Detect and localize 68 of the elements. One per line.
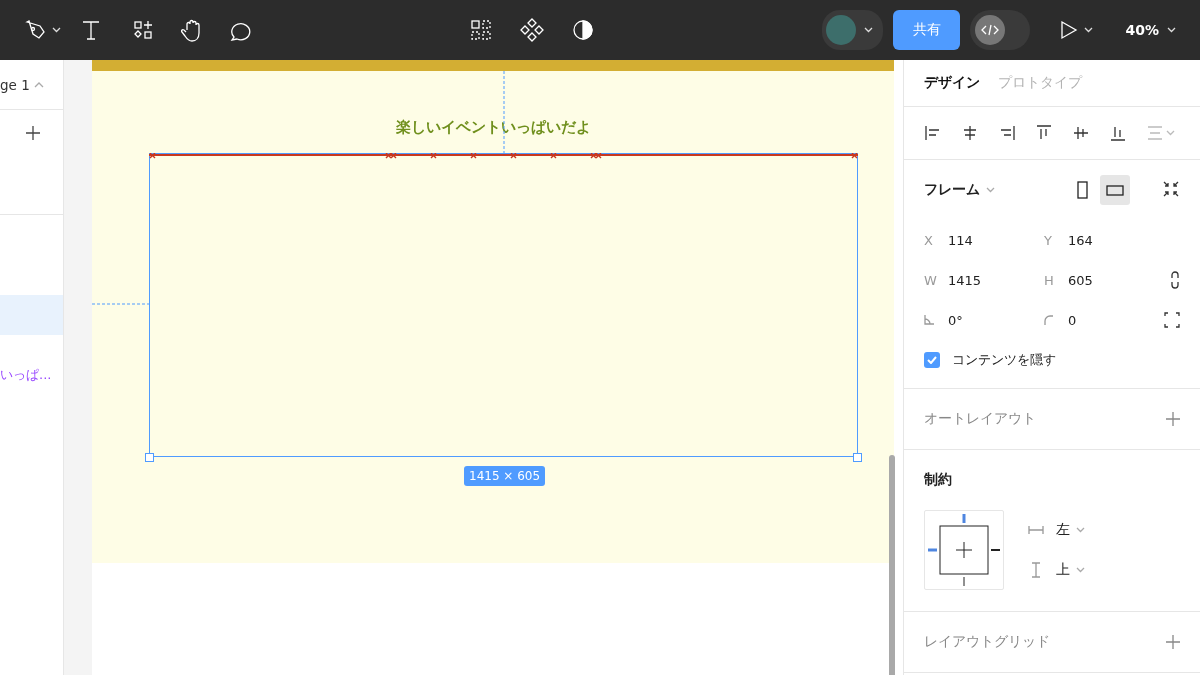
vertical-constraint-select[interactable]: 上 [1056, 561, 1085, 579]
page-item[interactable]: ge 1 [0, 60, 63, 110]
resize-handle[interactable] [145, 453, 154, 462]
field-value[interactable]: 0 [1068, 312, 1077, 328]
caret-icon [52, 27, 61, 33]
guide-line [92, 303, 149, 305]
distribute-icon [1146, 124, 1164, 142]
check-icon [927, 356, 937, 364]
section-title[interactable]: フレーム [924, 181, 980, 199]
horizontal-constraint-icon [1028, 525, 1044, 535]
rotation-icon [924, 314, 934, 325]
align-middle-icon [1072, 124, 1090, 142]
caret-icon [986, 187, 995, 193]
collapse-icon [1162, 179, 1180, 198]
caret-icon [1076, 567, 1085, 573]
scrollbar[interactable] [889, 455, 895, 675]
constraints-widget[interactable] [924, 510, 1004, 590]
corner-radius-icon [1164, 312, 1180, 328]
field-label: H [1044, 272, 1054, 288]
horizontal-constraint-select[interactable]: 左 [1056, 521, 1085, 539]
caret-icon [1166, 130, 1175, 136]
constrain-proportions-icon [1170, 271, 1180, 289]
field-label: X [924, 232, 934, 248]
checkbox-label: コンテンツを隠す [952, 351, 1056, 369]
panel-tab[interactable]: デザイン [924, 74, 980, 92]
align-bottom-icon [1109, 124, 1127, 142]
align-top-icon [1035, 124, 1053, 142]
caret-icon [1167, 27, 1176, 33]
text-icon [81, 19, 101, 41]
layer-item[interactable]: いっぱ... [0, 355, 63, 395]
plus-icon [26, 126, 40, 140]
checkbox[interactable] [924, 352, 940, 368]
frame-heading: 楽しいイベントいっぱいだよ [394, 118, 592, 137]
landscape-button[interactable] [1100, 175, 1130, 205]
field-label: Y [1044, 232, 1053, 248]
component-icon [520, 18, 544, 42]
dashed-grid-icon [470, 19, 492, 41]
zoom-menu[interactable]: 40% [1119, 21, 1182, 39]
pen-icon [24, 19, 46, 41]
dev-mode-toggle[interactable] [970, 10, 1031, 50]
resize-handle[interactable] [853, 453, 862, 462]
caret-icon [1076, 527, 1085, 533]
field-value[interactable]: 164 [1068, 232, 1093, 248]
plus-icon [1166, 412, 1180, 426]
play-icon [1060, 20, 1079, 40]
contrast-icon [572, 19, 594, 41]
align-right-icon [998, 124, 1016, 142]
section-title: レイアウトグリッド [924, 633, 1050, 651]
align-left-icon [924, 124, 942, 142]
align-center-icon [961, 124, 979, 142]
landscape-icon [1106, 184, 1124, 196]
size-label: 1415 × 605 [464, 466, 546, 486]
field-value[interactable]: 1415 [948, 272, 982, 288]
portrait-icon [1077, 181, 1089, 199]
corner-radius-icon [1044, 314, 1054, 325]
field-value[interactable]: 605 [1068, 272, 1093, 288]
caret-icon [864, 27, 874, 33]
hand-icon [181, 18, 203, 42]
shapes-icon [133, 20, 153, 40]
plus-icon [1166, 635, 1180, 649]
section-title: 制約 [924, 470, 953, 489]
code-icon [981, 24, 1000, 36]
avatar [826, 15, 857, 45]
field-value[interactable]: 114 [948, 232, 973, 248]
avatar-menu[interactable] [822, 10, 884, 50]
field-value[interactable]: 0° [948, 312, 963, 328]
caret-icon [1084, 27, 1094, 33]
section-title: オートレイアウト [924, 410, 1036, 428]
